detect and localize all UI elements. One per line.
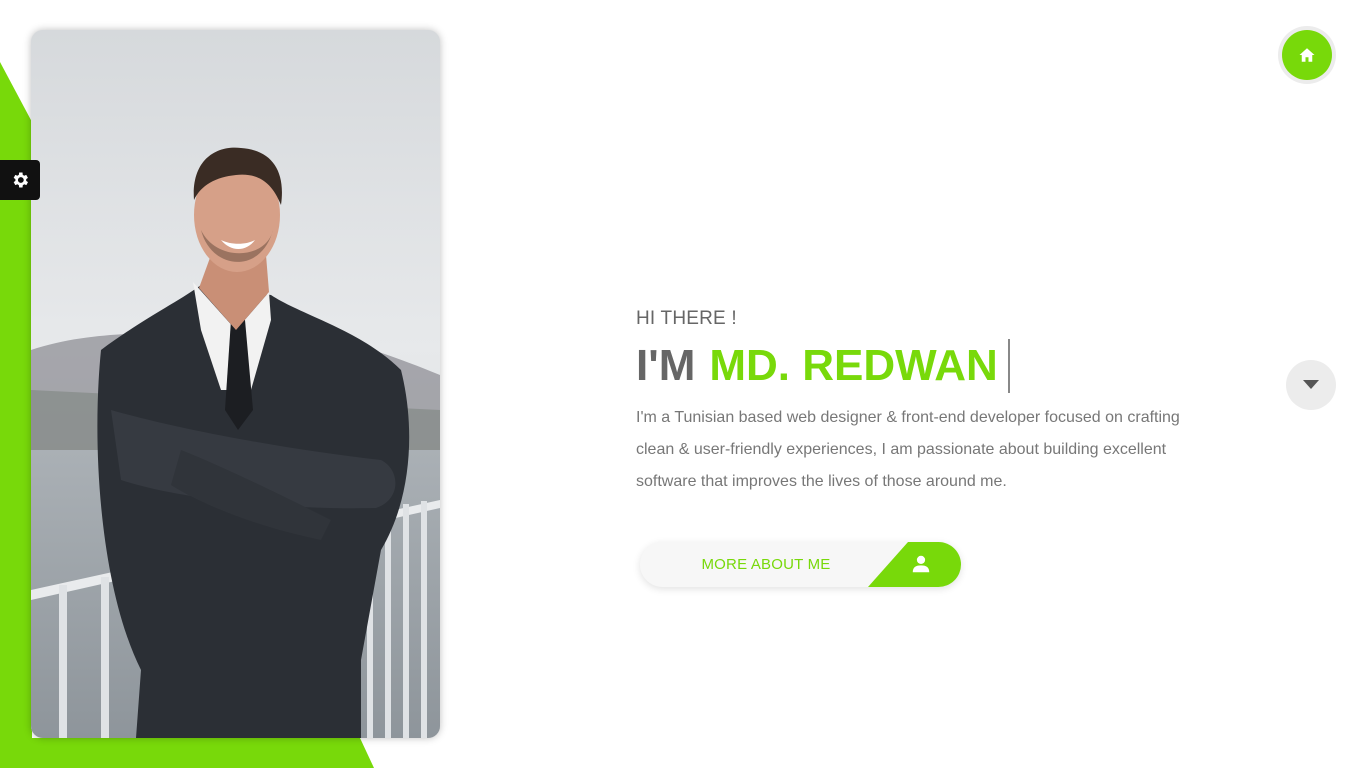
headline-name: MD. REDWAN [709,341,998,390]
home-button-inner [1282,30,1332,80]
greeting-text: HI THERE ! [636,308,737,329]
user-icon [912,555,930,573]
home-button[interactable] [1278,26,1336,84]
headline-prefix: I'M [636,341,696,390]
portrait-photo [31,30,440,738]
home-icon [1299,48,1315,62]
settings-toggle-button[interactable] [0,160,40,200]
hero-headline: I'M MD. REDWAN [636,339,1010,393]
bio-paragraph: I'm a Tunisian based web designer & fron… [636,409,1180,490]
more-about-me-button[interactable]: MORE ABOUT ME [640,542,961,587]
caret-down-icon [1303,380,1319,389]
gear-icon [13,172,28,188]
typing-cursor [1007,339,1010,393]
cta-label: MORE ABOUT ME [701,556,831,573]
scroll-down-button[interactable] [1286,360,1336,410]
